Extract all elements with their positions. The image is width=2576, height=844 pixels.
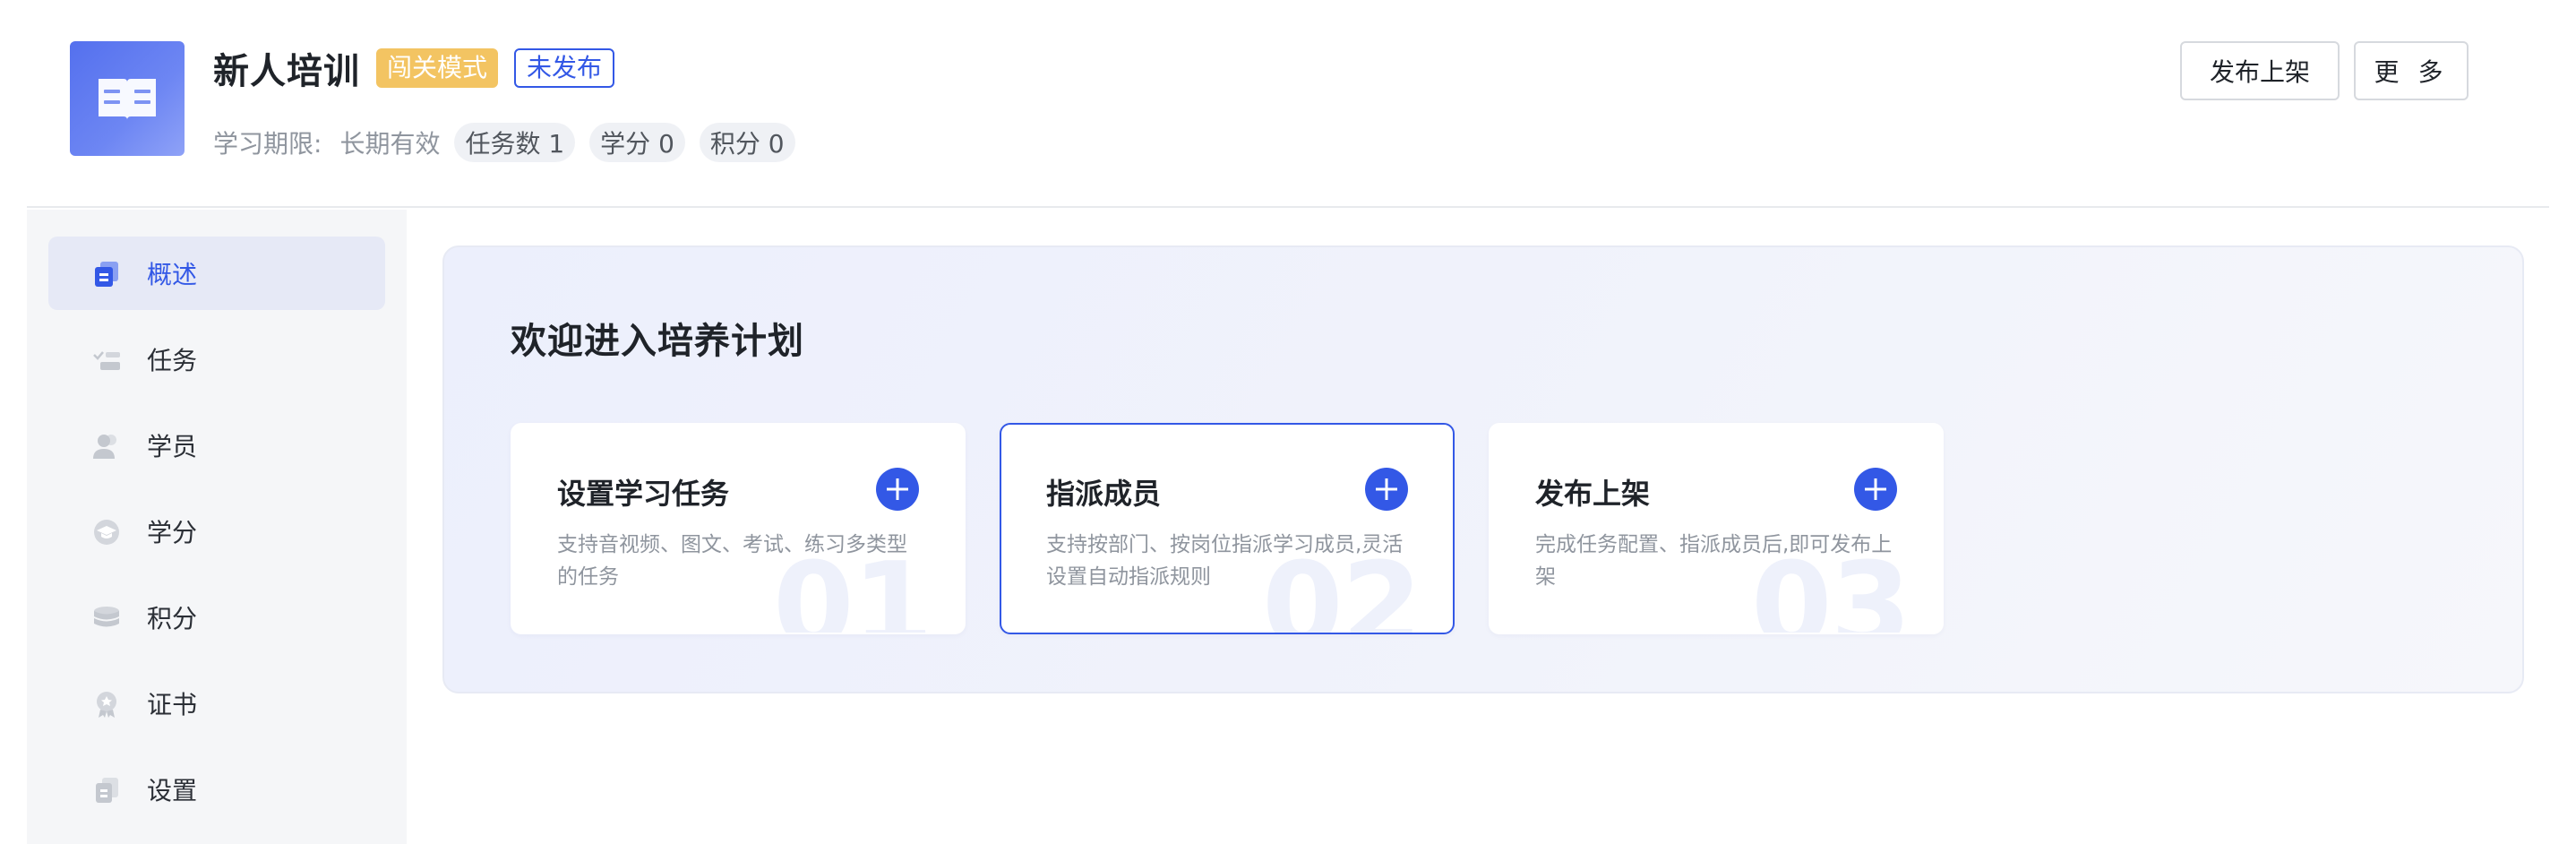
credits-pill: 学分 0 (589, 123, 685, 162)
course-title: 新人培训 (213, 51, 360, 92)
sidebar-item-overview[interactable]: 概述 (48, 237, 385, 310)
sidebar-item-label: 设置 (147, 776, 198, 805)
sidebar-item-label: 任务 (147, 346, 198, 375)
step-card-set-tasks[interactable]: 设置学习任务 支持音视频、图文、考试、练习多类型的任务 01 (511, 423, 966, 634)
add-task-plus-icon[interactable] (876, 468, 919, 511)
step-card-title: 发布上架 (1535, 477, 1651, 511)
task-count-pill: 任务数 1 (454, 123, 576, 162)
overview-icon (95, 262, 118, 287)
sidebar-item-label: 概述 (147, 260, 198, 289)
period-label: 学习期限: (213, 129, 322, 159)
sidebar-nav: 概述 任务 学员 学分 积分 证书 设置 (27, 210, 407, 844)
welcome-panel: 欢迎进入培养计划 设置学习任务 支持音视频、图文、考试、练习多类型的任务 01 … (442, 245, 2524, 693)
sidebar-item-label: 证书 (147, 690, 198, 719)
coin-stack-icon (94, 607, 119, 627)
period-value: 长期有效 (339, 129, 441, 159)
certificate-icon (97, 692, 116, 718)
sidebar-item-settings[interactable]: 设置 (48, 753, 385, 826)
open-book-icon (99, 79, 156, 120)
step-card-description: 完成任务配置、指派成员后,即可发布上架 (1535, 533, 1893, 589)
graduation-cap-icon (94, 520, 119, 545)
step-card-title: 指派成员 (1046, 477, 1162, 511)
settings-document-icon (96, 778, 118, 803)
sidebar-item-label: 学员 (147, 432, 198, 461)
status-badge: 未发布 (514, 48, 615, 88)
sidebar-item-credits[interactable]: 学分 (48, 495, 385, 568)
course-meta-row: 学习期限: 长期有效 任务数 1 学分 0 积分 0 (213, 122, 795, 163)
course-cover (70, 41, 185, 156)
sidebar-item-students[interactable]: 学员 (48, 409, 385, 482)
add-member-plus-icon[interactable] (1365, 468, 1408, 511)
sidebar-item-points[interactable]: 积分 (48, 581, 385, 654)
course-header: 新人培训 闯关模式 未发布 学习期限: 长期有效 任务数 1 学分 0 积分 0… (27, 0, 2549, 208)
sidebar-item-tasks[interactable]: 任务 (48, 323, 385, 396)
publish-button[interactable]: 发布上架 (2180, 41, 2340, 100)
header-actions: 发布上架 更 多 (2180, 41, 2469, 100)
sidebar-item-certificate[interactable]: 证书 (48, 667, 385, 740)
publish-plus-icon[interactable] (1854, 468, 1897, 511)
sidebar-item-label: 学分 (147, 518, 198, 547)
sidebar-item-label: 积分 (147, 604, 198, 633)
step-card-title: 设置学习任务 (557, 477, 730, 511)
course-title-row: 新人培训 闯关模式 未发布 (213, 43, 615, 93)
points-pill: 积分 0 (699, 123, 795, 162)
step-card-assign-members[interactable]: 指派成员 支持按部门、按岗位指派学习成员,灵活设置自动指派规则 02 (1000, 423, 1455, 634)
step-card-description: 支持按部门、按岗位指派学习成员,灵活设置自动指派规则 (1046, 533, 1404, 589)
welcome-title: 欢迎进入培养计划 (511, 321, 804, 362)
users-icon (93, 435, 116, 459)
mode-badge: 闯关模式 (376, 48, 499, 88)
step-card-publish[interactable]: 发布上架 完成任务配置、指派成员后,即可发布上架 03 (1489, 423, 1944, 634)
more-button[interactable]: 更 多 (2354, 41, 2469, 100)
step-card-description: 支持音视频、图文、考试、练习多类型的任务 (557, 533, 907, 589)
task-list-icon (93, 351, 120, 370)
